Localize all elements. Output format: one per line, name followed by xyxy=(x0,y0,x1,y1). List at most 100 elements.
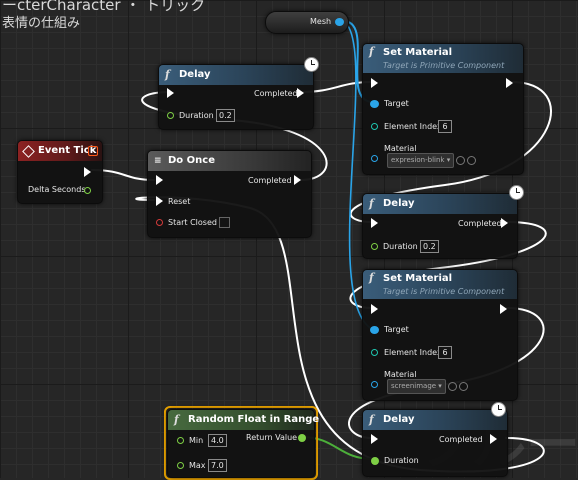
delay1-duration-input[interactable]: 0.2 xyxy=(216,109,235,122)
set-material2-exec-in[interactable] xyxy=(371,304,378,314)
random-float-min-pin[interactable] xyxy=(177,436,184,445)
delay2-exec-in[interactable] xyxy=(371,218,378,228)
browse-icon[interactable] xyxy=(467,156,477,165)
set-material2-node[interactable]: f Set Material Target is Primitive Compo… xyxy=(362,269,518,401)
delay3-duration-label: Duration xyxy=(384,456,419,465)
float-pin-icon xyxy=(167,112,174,119)
exec-pin-icon xyxy=(84,167,91,177)
float-pin-icon xyxy=(177,437,184,444)
set-material2-exec-out[interactable] xyxy=(500,304,507,314)
function-icon: f xyxy=(369,271,374,284)
exec-pin-icon xyxy=(490,434,497,444)
set-material2-material-label: Material xyxy=(384,370,417,379)
function-icon: f xyxy=(369,197,374,210)
random-float-node[interactable]: f Random Float in Range Min 4.0 Return V… xyxy=(167,409,319,478)
delay2-node[interactable]: f Delay Completed Duration 0.2 xyxy=(362,193,518,259)
exec-pin-icon xyxy=(371,78,378,88)
set-material2-material-combo[interactable]: screenimage ▾ xyxy=(387,379,468,394)
random-float-header: f Random Float in Range xyxy=(168,410,319,430)
object-pin-icon xyxy=(371,155,378,162)
latent-clock-icon xyxy=(491,402,506,417)
int-pin-icon xyxy=(371,349,378,356)
do-once-start-closed-label: Start Closed xyxy=(168,218,217,227)
float-pin-icon xyxy=(177,462,184,469)
object-pin-icon xyxy=(335,17,344,26)
do-once-start-closed-checkbox[interactable] xyxy=(219,217,230,228)
random-float-max-input[interactable]: 7.0 xyxy=(208,459,227,472)
function-icon: f xyxy=(165,68,170,81)
float-pin-icon xyxy=(371,243,378,250)
set-material2-target-label: Target xyxy=(384,325,409,334)
delay2-exec-out[interactable] xyxy=(501,218,508,228)
delay1-exec-in[interactable] xyxy=(167,88,174,98)
do-once-node[interactable]: ≡ Do Once Completed Reset Start Closed xyxy=(147,150,312,238)
set-material1-index-pin[interactable] xyxy=(371,122,378,131)
set-material1-exec-in[interactable] xyxy=(371,78,378,88)
do-once-exec-in[interactable] xyxy=(156,175,163,185)
delay1-duration-label: Duration xyxy=(179,111,214,120)
exec-pin-icon xyxy=(501,218,508,228)
float-pin-icon xyxy=(84,187,91,194)
set-material2-target-pin[interactable] xyxy=(370,325,379,334)
int-pin-icon xyxy=(371,123,378,130)
function-icon: f xyxy=(369,413,374,426)
set-material2-index-input[interactable]: 6 xyxy=(438,346,452,359)
do-once-completed-label: Completed xyxy=(248,176,292,185)
do-once-start-closed-pin[interactable] xyxy=(156,218,163,227)
do-once-reset-pin[interactable] xyxy=(156,196,163,206)
delta-seconds-label: Delta Seconds xyxy=(28,185,86,194)
delay3-exec-in[interactable] xyxy=(371,434,378,444)
delay3-node[interactable]: f Delay Completed Duration xyxy=(362,409,508,477)
exec-pin-icon xyxy=(297,88,304,98)
use-selected-icon[interactable] xyxy=(456,156,466,165)
set-material1-target-label: Target xyxy=(384,99,409,108)
set-material1-material-combo[interactable]: expresion-blink ▾ xyxy=(387,153,477,168)
object-pin-icon xyxy=(370,325,379,334)
delay2-duration-input[interactable]: 0.2 xyxy=(420,240,439,253)
set-material1-exec-out[interactable] xyxy=(506,78,513,88)
exec-pin-icon xyxy=(156,175,163,185)
delegate-pin-icon[interactable] xyxy=(88,146,98,156)
mesh-label: Mesh xyxy=(310,17,332,26)
do-once-header: ≡ Do Once xyxy=(148,151,311,171)
delay1-duration-pin[interactable] xyxy=(167,111,174,120)
delay3-completed-label: Completed xyxy=(439,435,483,444)
delay1-exec-out[interactable] xyxy=(297,88,304,98)
exec-pin-icon xyxy=(294,175,301,185)
delay3-title: Delay xyxy=(383,414,415,425)
set-material1-index-input[interactable]: 6 xyxy=(438,120,452,133)
do-once-title: Do Once xyxy=(168,155,215,166)
set-material1-material-pin[interactable] xyxy=(371,154,378,163)
do-once-exec-out[interactable] xyxy=(294,175,301,185)
delay1-title: Delay xyxy=(179,69,211,80)
event-icon xyxy=(22,145,35,158)
exec-pin-icon xyxy=(371,218,378,228)
browse-icon[interactable] xyxy=(458,382,468,391)
macro-icon: ≡ xyxy=(154,156,162,166)
set-material1-target-pin[interactable] xyxy=(370,99,379,108)
delay3-exec-out[interactable] xyxy=(490,434,497,444)
exec-pin-icon xyxy=(371,434,378,444)
exec-pin-icon xyxy=(156,196,163,206)
random-float-min-label: Min xyxy=(189,436,204,445)
delay3-duration-pin[interactable] xyxy=(371,456,379,465)
use-selected-icon[interactable] xyxy=(447,382,457,391)
latent-clock-icon xyxy=(509,185,524,200)
event-tick-exec-out[interactable] xyxy=(84,167,91,177)
event-tick-node[interactable]: Event Tick Delta Seconds xyxy=(17,140,103,204)
mesh-getter-node[interactable]: Mesh xyxy=(265,11,349,34)
set-material2-header: f Set Material Target is Primitive Compo… xyxy=(363,270,517,299)
random-float-min-input[interactable]: 4.0 xyxy=(208,434,227,447)
set-material1-node[interactable]: f Set Material Target is Primitive Compo… xyxy=(362,43,524,175)
delay1-header: f Delay xyxy=(159,65,313,85)
mesh-output-pin[interactable] xyxy=(335,17,344,26)
delay2-duration-pin[interactable] xyxy=(371,242,378,251)
delta-seconds-pin[interactable] xyxy=(84,186,91,195)
set-material2-material-pin[interactable] xyxy=(371,380,378,389)
random-float-max-pin[interactable] xyxy=(177,461,184,470)
random-float-return-pin[interactable] xyxy=(298,433,306,442)
delay1-node[interactable]: f Delay Completed Duration 0.2 xyxy=(158,64,314,130)
delay1-completed-label: Completed xyxy=(254,89,298,98)
set-material2-index-pin[interactable] xyxy=(371,348,378,357)
exec-pin-icon xyxy=(506,78,513,88)
